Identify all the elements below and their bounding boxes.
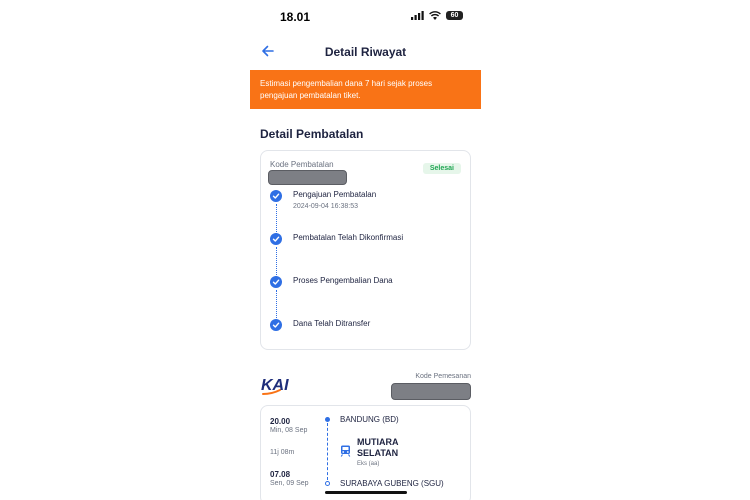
step-label: Pembatalan Telah Dikonfirmasi [293, 233, 404, 242]
wifi-icon [429, 11, 441, 20]
section-title-cancellation: Detail Pembatalan [260, 127, 364, 141]
trip-duration: 11j 08m [270, 449, 295, 456]
timeline-step: Pembatalan Telah Dikonfirmasi [270, 233, 403, 245]
step-label: Pengajuan Pembatalan [293, 190, 377, 199]
route-line [327, 423, 328, 480]
order-header: KAI Kode Pemesanan [260, 370, 471, 402]
order-code-label: Kode Pemesanan [415, 373, 471, 380]
cancellation-card: Kode Pembatalan Selesai Pengajuan Pembat… [260, 150, 471, 350]
arrival-time: 07.08 [270, 470, 291, 479]
timeline-step: Pengajuan Pembatalan 2024-09-04 16:38:53 [270, 190, 376, 210]
arrival-date: Sen, 09 Sep [270, 480, 309, 487]
step-label: Dana Telah Ditransfer [293, 319, 371, 328]
status-time: 18.01 [280, 10, 311, 24]
cancellation-code-label: Kode Pembatalan [270, 160, 334, 169]
departure-dot [325, 417, 330, 422]
home-indicator[interactable] [325, 491, 407, 494]
train-icon [340, 445, 351, 457]
check-circle-icon [270, 319, 282, 331]
timeline-step: Proses Pengembalian Dana [270, 276, 393, 288]
timeline-connector [276, 247, 277, 279]
check-circle-icon [270, 190, 282, 202]
order-code-redacted [391, 383, 471, 400]
train-class: Eks (aa) [357, 461, 380, 467]
departure-station: BANDUNG (BD) [340, 415, 399, 424]
signal-icon [411, 11, 424, 20]
battery-icon: 60 [446, 11, 463, 20]
step-label: Proses Pengembalian Dana [293, 276, 393, 285]
step-date: 2024-09-04 16:38:53 [293, 203, 358, 210]
check-circle-icon [270, 276, 282, 288]
nav-bar: Detail Riwayat [250, 38, 481, 64]
train-name: MUTIARA SELATAN [357, 437, 399, 458]
kai-logo: KAI [261, 377, 289, 395]
svg-text:KAI: KAI [261, 377, 289, 394]
departure-date: Min, 08 Sep [270, 427, 308, 434]
timeline-connector [276, 290, 277, 322]
check-circle-icon [270, 233, 282, 245]
departure-time: 20.00 [270, 417, 291, 426]
status-badge: Selesai [422, 163, 461, 174]
arrival-dot [325, 481, 330, 486]
arrival-station: SURABAYA GUBENG (SGU) [340, 479, 444, 488]
refund-info-banner: Estimasi pengembalian dana 7 hari sejak … [250, 70, 481, 109]
page-title: Detail Riwayat [324, 45, 407, 59]
status-bar: 18.01 60 [250, 0, 481, 34]
status-icons: 60 [411, 11, 463, 20]
cancellation-code-redacted [268, 170, 347, 185]
timeline-step: Dana Telah Ditransfer [270, 319, 370, 331]
phone-screen: 18.01 60 Detail Riwayat Estimasi pengemb… [250, 0, 481, 500]
trip-card[interactable]: 20.00 Min, 08 Sep 11j 08m 07.08 Sen, 09 … [260, 405, 471, 500]
